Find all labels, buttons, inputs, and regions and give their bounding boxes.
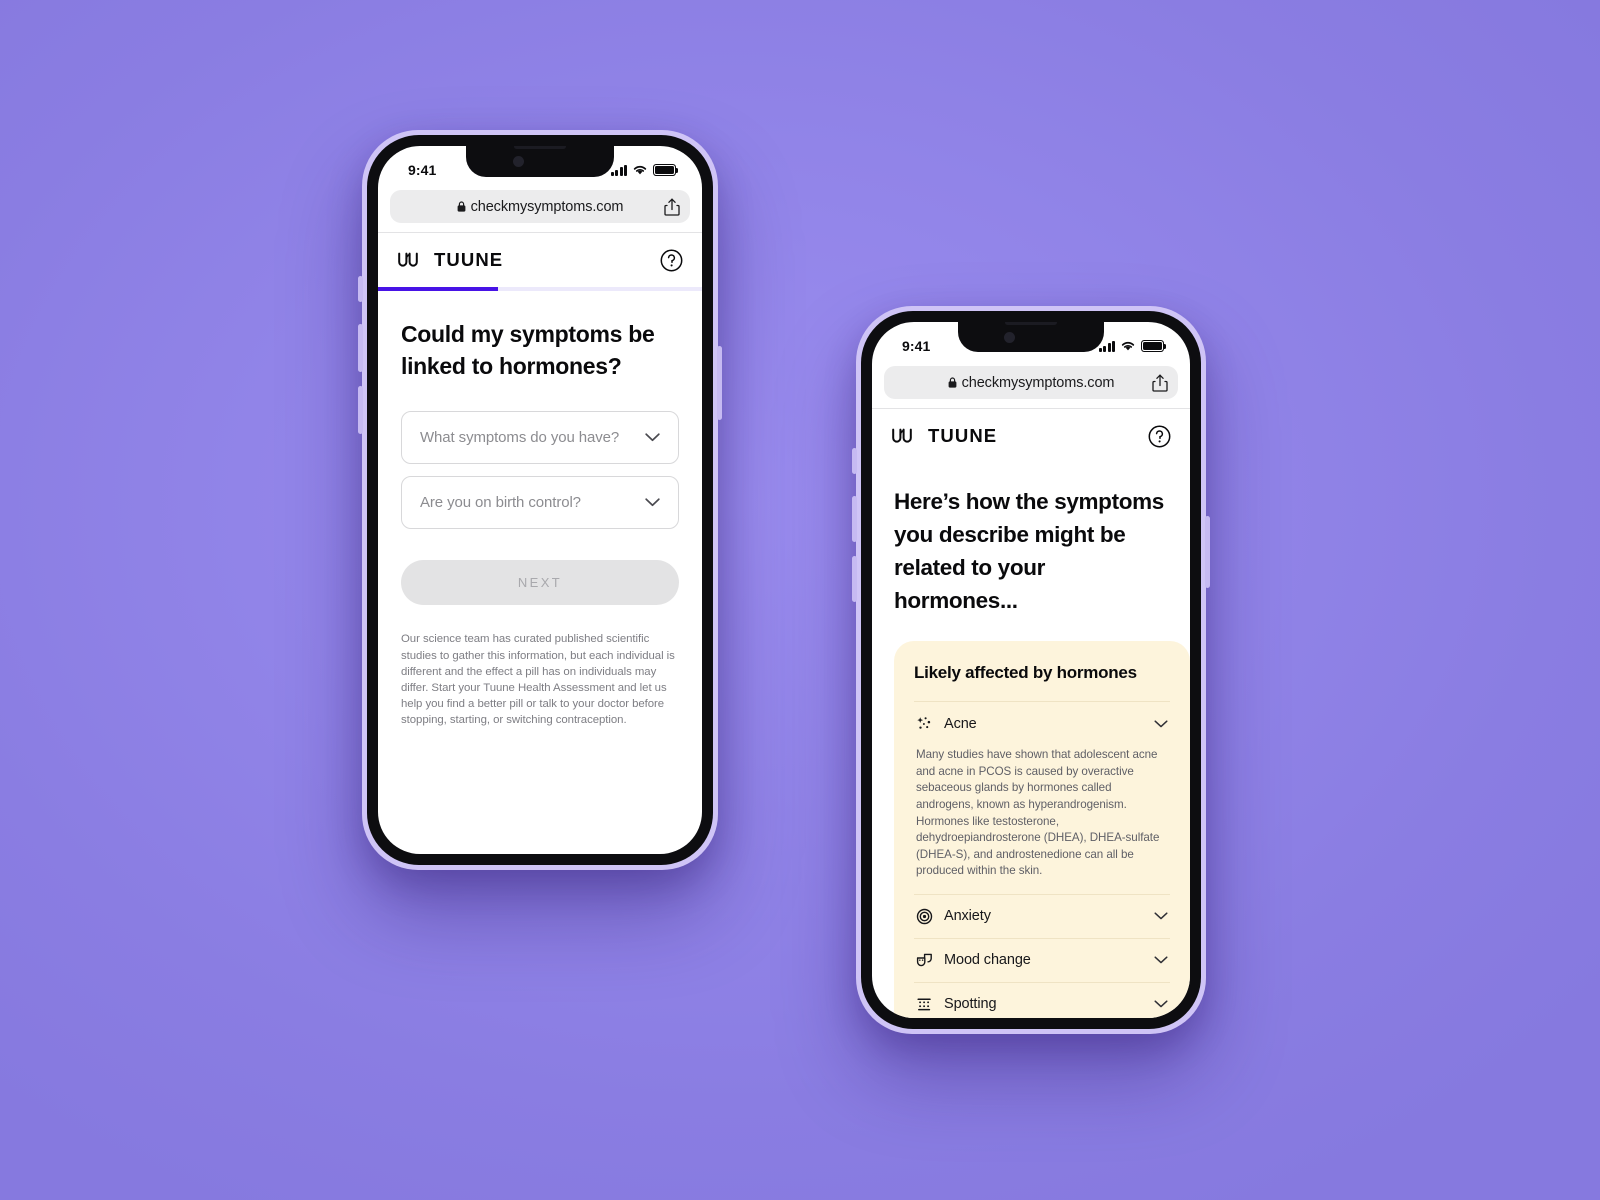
phone-mockup-right: 9:41 checkmysymptoms.com TUUNE Here’s ho… [852,306,1210,1034]
battery-full-icon [653,164,679,176]
page-content-right: Here’s how the symptoms you describe mig… [872,463,1190,617]
chevron-down-icon[interactable] [1154,1000,1168,1008]
next-button[interactable]: NEXT [401,560,679,606]
browser-toolbar-left: checkmysymptoms.com [378,188,702,232]
chevron-down-icon[interactable] [1154,956,1168,964]
status-time: 9:41 [902,338,931,354]
wifi-icon [633,165,647,175]
lock-icon [457,201,465,212]
phone-volume-down-button[interactable] [358,386,363,434]
brand-lockup[interactable]: TUUNE [397,249,503,271]
address-bar[interactable]: checkmysymptoms.com [390,190,690,223]
spotting-dots-icon [917,998,931,1011]
symptom-label: Acne [944,715,977,732]
page-content-left: Could my symptoms be linked to hormones?… [378,291,702,729]
cellular-bars-icon [610,164,627,176]
app-header-right: TUUNE [872,409,1190,463]
wifi-icon [1121,341,1135,351]
anxiety-spiral-icon [916,908,933,925]
symptom-label: Spotting [944,996,997,1013]
birth-control-select-placeholder: Are you on birth control? [420,494,581,512]
chevron-down-icon [645,433,660,442]
earpiece-speaker [1005,322,1057,325]
phone-power-button[interactable] [1205,516,1210,588]
birth-control-select[interactable]: Are you on birth control? [401,476,679,530]
phone-notch-left [466,146,614,177]
url-text: checkmysymptoms.com [961,374,1115,391]
symptom-row-spotting[interactable]: Spotting [914,981,1170,1018]
status-time: 9:41 [408,162,437,178]
phone-bezel-left: 9:41 checkmysymptoms.com TUUNE Could my … [367,135,713,865]
progress-bar-track [378,287,702,291]
phone-power-button[interactable] [717,346,722,420]
chevron-down-icon [645,498,660,507]
acne-sparkle-icon [917,717,931,729]
symptom-body-acne: Many studies have shown that adolescent … [916,748,1160,878]
progress-bar-fill [378,287,498,291]
phone-volume-up-button[interactable] [358,324,363,372]
page-title: Could my symptoms be linked to hormones? [401,321,655,379]
earpiece-speaker [514,146,566,149]
phone-screen-right: 9:41 checkmysymptoms.com TUUNE Here’s ho… [872,322,1190,1018]
lock-icon [948,377,956,388]
phone-notch-right [958,322,1104,352]
front-camera-icon [1003,331,1015,343]
symptom-row-acne[interactable]: Acne [914,701,1170,745]
tuune-logo-icon [398,252,418,267]
app-header-left: TUUNE [378,233,702,287]
tuune-logo-icon [892,428,912,443]
symptom-row-mood-change[interactable]: Mood change [914,937,1170,982]
brand-name: TUUNE [928,425,998,446]
symptom-label: Anxiety [944,908,991,925]
status-indicators [610,164,679,176]
mood-masks-icon [916,953,932,967]
battery-full-icon [1141,340,1167,352]
url-text: checkmysymptoms.com [470,198,624,215]
disclaimer-text: Our science team has curated published s… [401,633,675,727]
phone-screen-left: 9:41 checkmysymptoms.com TUUNE Could my … [378,146,702,854]
phone-bezel-right: 9:41 checkmysymptoms.com TUUNE Here’s ho… [861,311,1201,1029]
brand-lockup[interactable]: TUUNE [891,425,997,447]
results-card: Likely affected by hormones Acne Many st… [894,641,1190,1018]
status-indicators [1098,340,1167,352]
front-camera-icon [512,156,524,167]
url-display: checkmysymptoms.com [457,198,624,215]
share-icon[interactable] [664,198,680,216]
results-card-title: Likely affected by hormones [914,663,1137,683]
brand-name: TUUNE [434,249,504,270]
share-icon[interactable] [1152,374,1168,392]
address-bar[interactable]: checkmysymptoms.com [884,366,1178,399]
symptom-row-anxiety[interactable]: Anxiety [914,893,1170,938]
phone-volume-up-button[interactable] [852,496,857,542]
url-display: checkmysymptoms.com [948,374,1115,391]
chevron-down-icon[interactable] [1154,720,1168,728]
help-circle-icon[interactable] [1148,425,1171,448]
help-circle-icon[interactable] [660,249,683,272]
chevron-down-icon[interactable] [1154,912,1168,920]
phone-mute-switch[interactable] [358,276,363,302]
browser-toolbar-right: checkmysymptoms.com [872,364,1190,408]
symptom-label: Mood change [944,952,1031,969]
symptoms-select-placeholder: What symptoms do you have? [420,429,620,447]
phone-mockup-left: 9:41 checkmysymptoms.com TUUNE Could my … [358,130,722,870]
symptoms-select[interactable]: What symptoms do you have? [401,411,679,465]
phone-mute-switch[interactable] [852,448,857,474]
page-title: Here’s how the symptoms you describe mig… [894,489,1164,614]
phone-volume-down-button[interactable] [852,556,857,602]
